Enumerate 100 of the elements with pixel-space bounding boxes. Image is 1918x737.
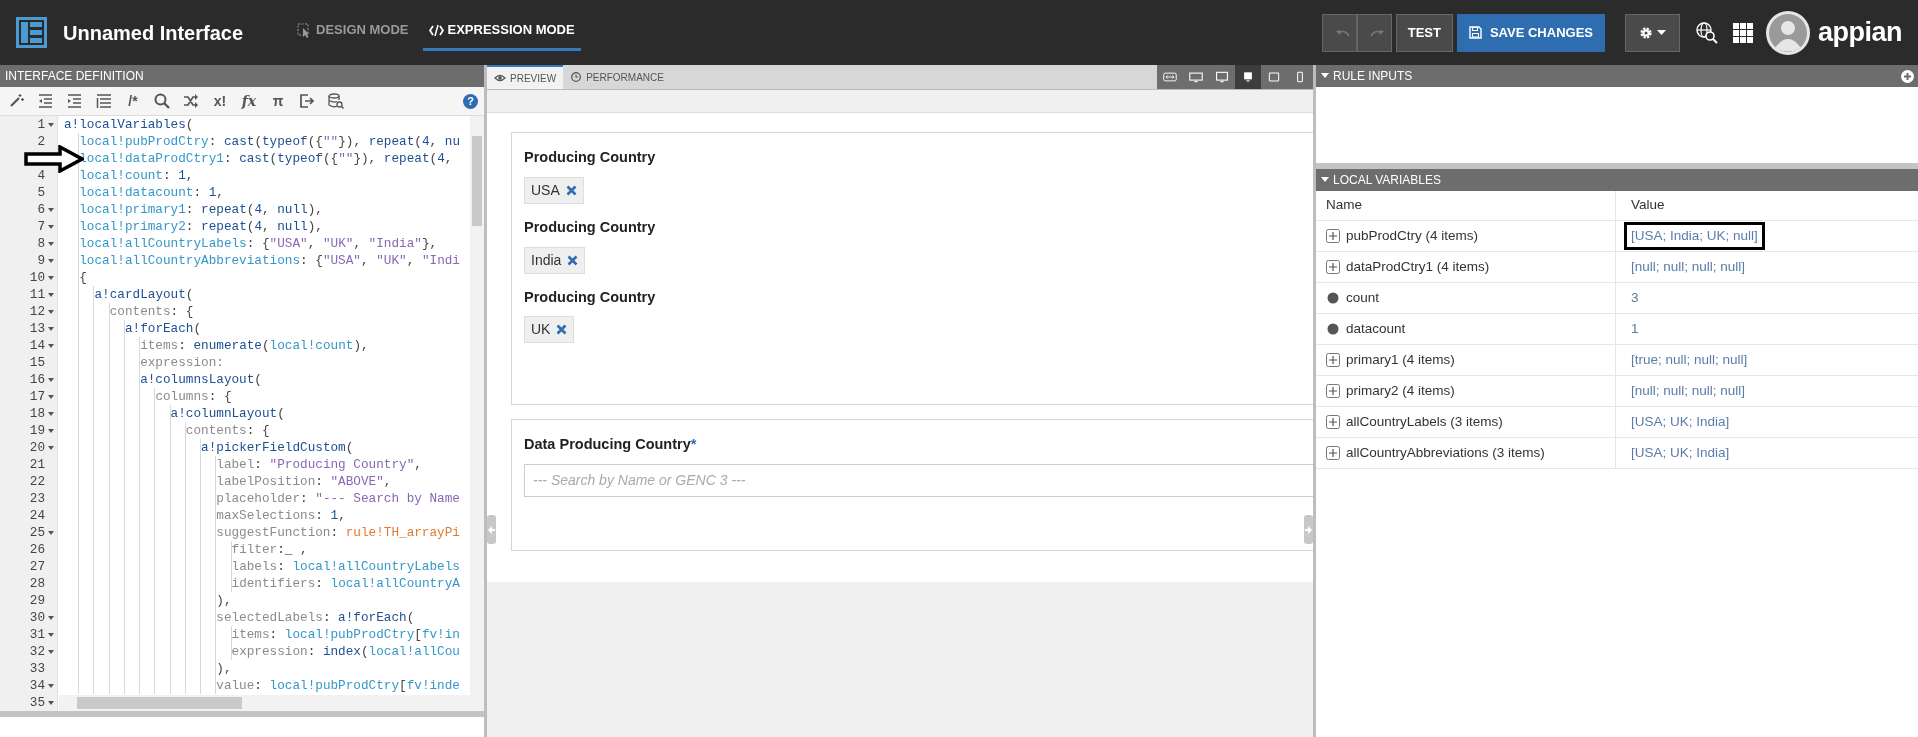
outdent-icon[interactable] [38, 93, 54, 109]
horizontal-scrollbar[interactable] [59, 695, 470, 711]
expand-icon[interactable] [1326, 260, 1340, 274]
remove-icon[interactable] [565, 184, 577, 196]
vertical-scrollbar[interactable] [470, 116, 484, 711]
search-field[interactable]: --- Search by Name or GENC 3 --- [524, 463, 1313, 497]
toolbar-button[interactable]: fx [238, 90, 260, 112]
wand-icon[interactable] [9, 93, 25, 109]
column-header: Value [1630, 196, 1665, 215]
remove-icon[interactable] [567, 254, 579, 266]
database-search-icon[interactable] [328, 93, 344, 109]
fold-arrow-icon[interactable] [47, 205, 55, 214]
line-number: 4 [37, 167, 46, 184]
code-line: identifiers: local!allCountryA [64, 576, 460, 591]
collapse-triangle-icon[interactable] [1321, 177, 1329, 183]
variable-value: 1 [1630, 319, 1640, 338]
variable-value: 3 [1630, 288, 1640, 307]
fold-arrow-icon[interactable] [47, 613, 55, 622]
format-lines-icon[interactable] [96, 93, 112, 109]
help-button[interactable]: ? [463, 93, 478, 109]
add-icon[interactable] [1901, 69, 1914, 83]
code-line: a!columnsLayout( [64, 372, 262, 387]
expand-icon[interactable] [1326, 353, 1340, 367]
fold-arrow-icon[interactable] [47, 443, 55, 452]
variable-name: pubProdCtry (4 items) [1346, 226, 1479, 245]
monitor-icon [1215, 70, 1229, 84]
fold-arrow-icon[interactable] [47, 426, 55, 435]
code-line: items: local!pubProdCtry[fv!in [64, 627, 460, 642]
fold-arrow-icon[interactable] [47, 375, 55, 384]
preview-tab[interactable]: PREVIEW [487, 65, 564, 89]
selected-chip[interactable]: India [524, 246, 586, 274]
toolbar-button[interactable]: π [267, 90, 289, 112]
column-header: Name [1326, 196, 1362, 215]
code-icon [428, 22, 444, 38]
fold-arrow-icon[interactable] [47, 647, 55, 656]
code-line: a!localVariables( [64, 117, 194, 132]
expand-icon[interactable] [1326, 384, 1340, 398]
collapse-handle[interactable] [487, 515, 496, 544]
line-number: 15 [29, 354, 46, 371]
shuffle-icon[interactable] [183, 93, 199, 109]
save-button[interactable]: SAVE CHANGES [1456, 13, 1605, 52]
fold-arrow-icon[interactable] [47, 409, 55, 418]
interface-title: Unnamed Interface [63, 20, 244, 46]
apps-grid-icon[interactable] [1733, 22, 1753, 43]
line-number: 21 [29, 456, 46, 473]
variable-value: [USA; India; UK; null] [1624, 221, 1765, 251]
selected-chip[interactable]: UK [524, 316, 575, 344]
code-line: label: "Producing Country", [64, 457, 422, 472]
line-number: 5 [37, 184, 46, 201]
line-number: 13 [29, 320, 46, 337]
fold-arrow-icon[interactable] [47, 698, 55, 707]
toolbar-button[interactable]: x! [209, 90, 231, 112]
variable-value: [null; null; null; null] [1630, 381, 1747, 400]
preview-tab[interactable]: PERFORMANCE [563, 65, 671, 89]
mode-tab[interactable]: EXPRESSION MODE [422, 14, 581, 51]
fold-arrow-icon[interactable] [47, 528, 55, 537]
fold-arrow-icon[interactable] [47, 120, 55, 129]
expand-icon[interactable] [1326, 415, 1340, 429]
line-number: 28 [29, 575, 46, 592]
fold-arrow-icon[interactable] [47, 290, 55, 299]
fit-width-icon [1163, 70, 1177, 84]
fold-arrow-icon[interactable] [47, 239, 55, 248]
export-icon[interactable] [299, 93, 315, 109]
collapse-triangle-icon[interactable] [1321, 73, 1329, 79]
fold-arrow-icon[interactable] [47, 256, 55, 265]
line-number: 1 [37, 116, 46, 133]
line-number: 12 [29, 303, 46, 320]
fold-arrow-icon[interactable] [47, 324, 55, 333]
expand-icon[interactable] [1326, 229, 1340, 243]
field-label: Producing Country [524, 217, 657, 237]
collapse-handle[interactable] [1304, 515, 1313, 544]
variable-name: dataProdCtry1 (4 items) [1346, 257, 1490, 276]
line-number: 29 [29, 592, 46, 609]
fold-arrow-icon[interactable] [47, 681, 55, 690]
globe-search-icon[interactable] [1695, 20, 1719, 45]
fold-arrow-icon[interactable] [47, 222, 55, 231]
fold-arrow-icon[interactable] [47, 392, 55, 401]
line-number: 26 [29, 541, 46, 558]
toolbar-button[interactable]: /* [122, 90, 144, 112]
indent-icon[interactable] [67, 93, 83, 109]
line-number: 25 [29, 524, 46, 541]
expand-icon[interactable] [1326, 446, 1340, 460]
settings-dropdown-button[interactable] [1625, 13, 1680, 52]
remove-icon[interactable] [556, 324, 568, 336]
caret-icon [1657, 29, 1666, 36]
mode-tab[interactable]: DESIGN MODE [291, 14, 415, 51]
code-line: selectedLabels: a!forEach( [64, 610, 415, 625]
fold-arrow-icon[interactable] [47, 630, 55, 639]
code-line: labels: local!allCountryLabels [64, 559, 460, 574]
search-icon[interactable] [154, 93, 170, 109]
fold-arrow-icon[interactable] [47, 273, 55, 282]
selected-chip[interactable]: USA [524, 176, 584, 204]
line-number: 7 [37, 218, 46, 235]
line-number: 23 [29, 490, 46, 507]
section-title: RULE INPUTS [1333, 68, 1413, 85]
device-button[interactable] [1235, 65, 1261, 89]
fold-arrow-icon[interactable] [47, 341, 55, 350]
user-avatar-icon[interactable] [1766, 10, 1810, 55]
test-button[interactable]: TEST [1395, 13, 1453, 52]
fold-arrow-icon[interactable] [47, 307, 55, 316]
